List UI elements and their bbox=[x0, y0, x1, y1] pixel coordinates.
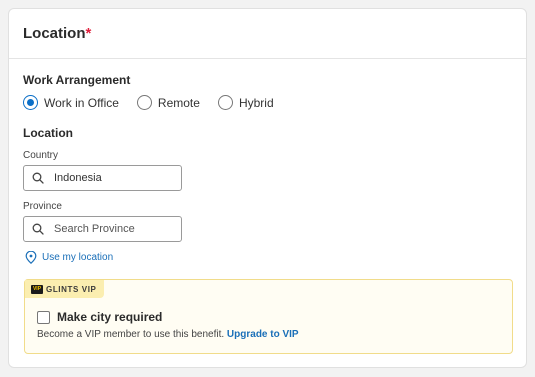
radio-option-hybrid[interactable]: Hybrid bbox=[217, 95, 274, 110]
country-label: Country bbox=[23, 150, 59, 161]
radio-button[interactable] bbox=[217, 95, 233, 110]
location-subsection-label: Location bbox=[23, 126, 73, 140]
radio-label: Hybrid bbox=[238, 95, 274, 110]
make-city-required-label: Make city required bbox=[57, 310, 163, 324]
location-card: Location* Work Arrangement Work in Offic… bbox=[8, 8, 527, 368]
radio-label: Work in Office bbox=[44, 95, 119, 110]
vip-badge-label: GLINTS VIP bbox=[46, 284, 97, 294]
vip-benefit-box: VIP GLINTS VIP Make city required Become… bbox=[24, 279, 513, 354]
province-label: Province bbox=[23, 201, 62, 212]
radio-option-work-in-office[interactable]: Work in Office bbox=[23, 95, 119, 110]
work-arrangement-label: Work Arrangement bbox=[23, 73, 131, 87]
province-search-input[interactable]: Search Province bbox=[23, 216, 182, 242]
country-field[interactable]: Indonesia bbox=[23, 165, 182, 191]
upgrade-to-vip-link[interactable]: Upgrade to VIP bbox=[227, 329, 299, 340]
use-my-location-link[interactable]: Use my location bbox=[25, 251, 113, 264]
country-value: Indonesia bbox=[54, 172, 102, 184]
search-icon bbox=[32, 172, 44, 184]
make-city-required-checkbox[interactable] bbox=[37, 310, 50, 324]
radio-option-remote[interactable]: Remote bbox=[136, 95, 200, 110]
vip-badge: VIP GLINTS VIP bbox=[25, 280, 105, 298]
radio-button-checked[interactable] bbox=[23, 95, 38, 110]
search-icon bbox=[32, 223, 44, 235]
use-my-location-label: Use my location bbox=[42, 252, 114, 263]
location-pin-icon bbox=[25, 251, 37, 264]
vip-logo: VIP bbox=[31, 284, 43, 294]
required-asterisk: * bbox=[85, 25, 92, 42]
section-title: Location bbox=[23, 25, 86, 42]
work-arrangement-radio-group: Work in Office Remote Hybrid bbox=[23, 95, 292, 110]
radio-label: Remote bbox=[157, 95, 200, 110]
vip-note-text: Become a VIP member to use this benefit. bbox=[37, 329, 225, 340]
radio-button[interactable] bbox=[136, 95, 152, 110]
card-header: Location* bbox=[9, 9, 526, 59]
province-placeholder: Search Province bbox=[54, 223, 135, 235]
vip-note: Become a VIP member to use this benefit.… bbox=[37, 329, 299, 340]
make-city-required-option[interactable]: Make city required bbox=[37, 310, 162, 324]
